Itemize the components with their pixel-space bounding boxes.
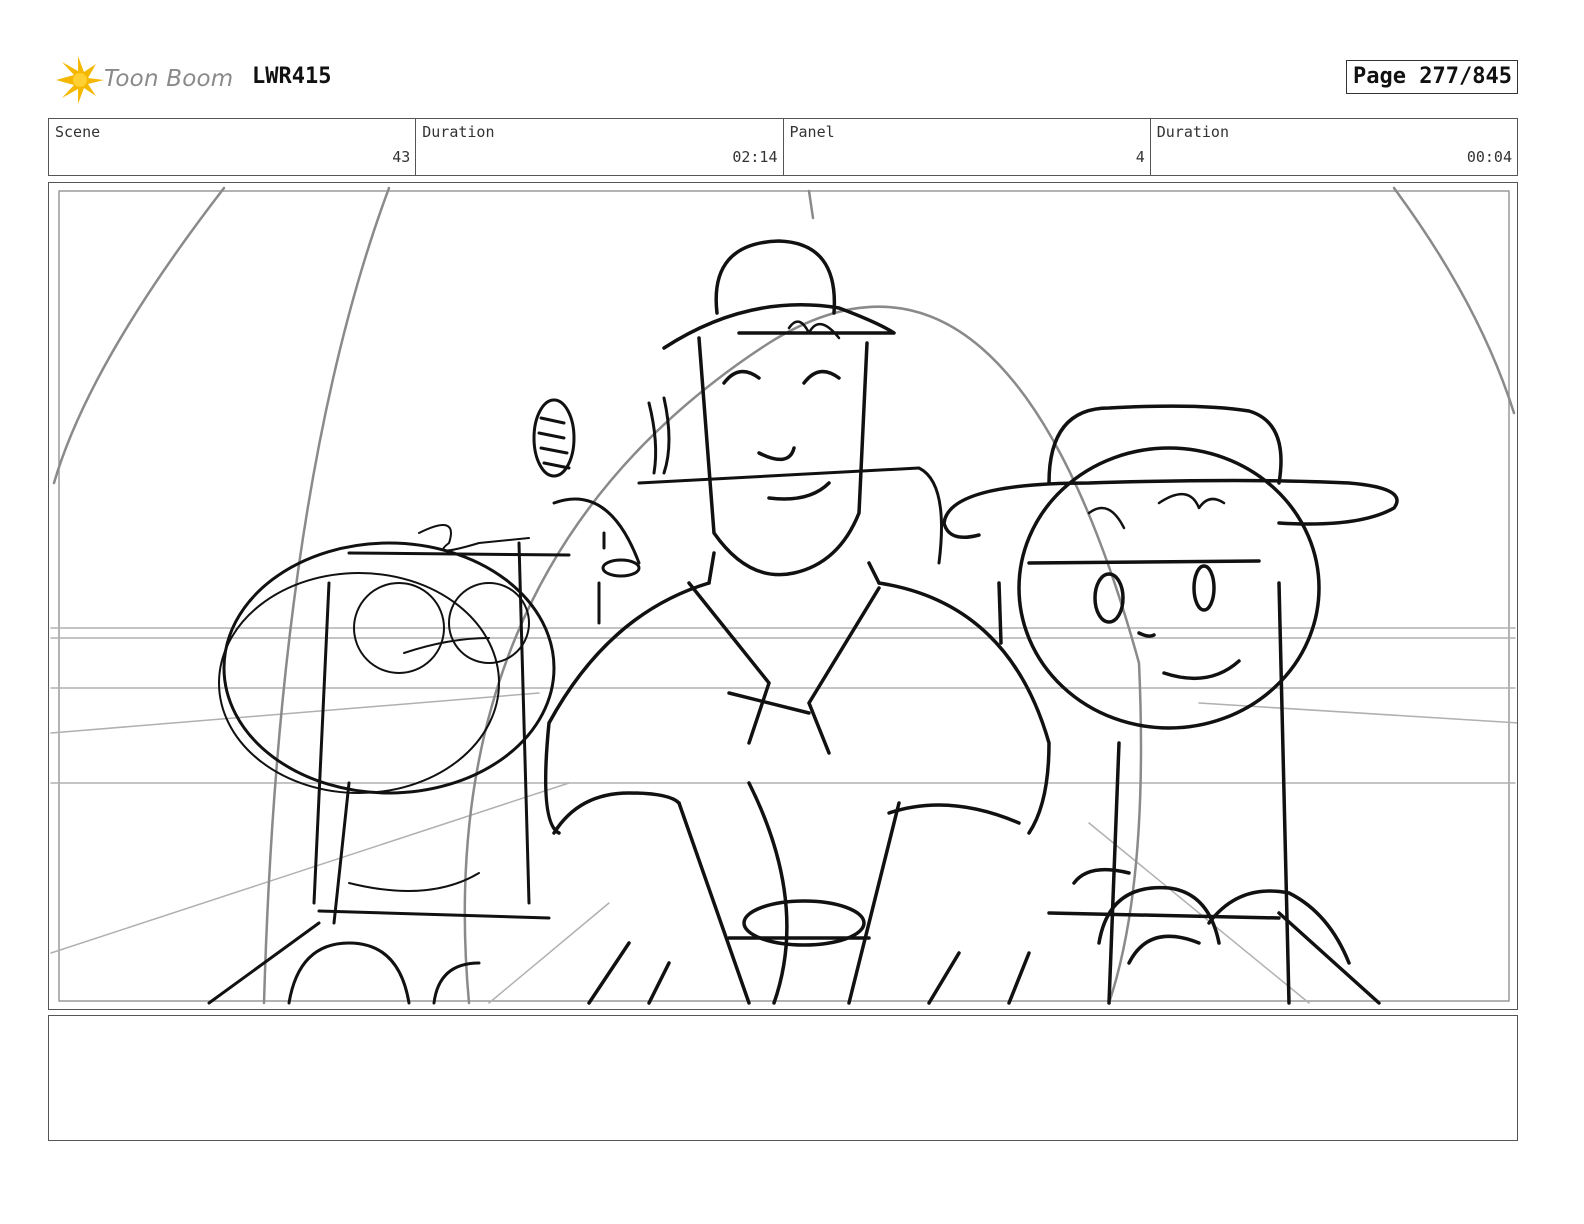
scene-value: 43 xyxy=(392,148,411,166)
mascot-character-sketch xyxy=(532,396,943,625)
sketch-drawing xyxy=(50,186,1517,1005)
center-character-sketch xyxy=(543,239,1051,1005)
scene-label: Scene xyxy=(55,123,101,141)
right-character-sketch xyxy=(942,404,1399,1005)
storyboard-panel xyxy=(48,182,1518,1010)
page-counter: Page 277/845 xyxy=(1346,60,1518,94)
panel-cell: Panel 4 xyxy=(784,119,1151,175)
scene-cell: Scene 43 xyxy=(49,119,417,175)
scene-duration-label: Duration xyxy=(422,123,495,141)
scene-duration-value: 02:14 xyxy=(732,148,778,166)
panel-info-row: Scene 43 Duration 02:14 Panel 4 Duration… xyxy=(48,118,1518,176)
starburst-logo-icon xyxy=(56,56,104,104)
left-character-sketch xyxy=(207,524,571,1005)
logo-wordmark: Toon Boom xyxy=(104,66,234,92)
page-header: Toon Boom LWR415 Page 277/845 xyxy=(48,50,1518,110)
scene-duration-cell: Duration 02:14 xyxy=(416,119,784,175)
panel-duration-value: 00:04 xyxy=(1466,148,1512,166)
project-id: LWR415 xyxy=(252,64,332,89)
panel-value: 4 xyxy=(1135,148,1145,166)
panel-duration-label: Duration xyxy=(1156,123,1229,141)
panel-notes-box xyxy=(48,1015,1518,1141)
panel-duration-cell: Duration 00:04 xyxy=(1151,119,1517,175)
toon-boom-logo: Toon Boom xyxy=(50,54,250,106)
panel-label: Panel xyxy=(789,123,835,141)
